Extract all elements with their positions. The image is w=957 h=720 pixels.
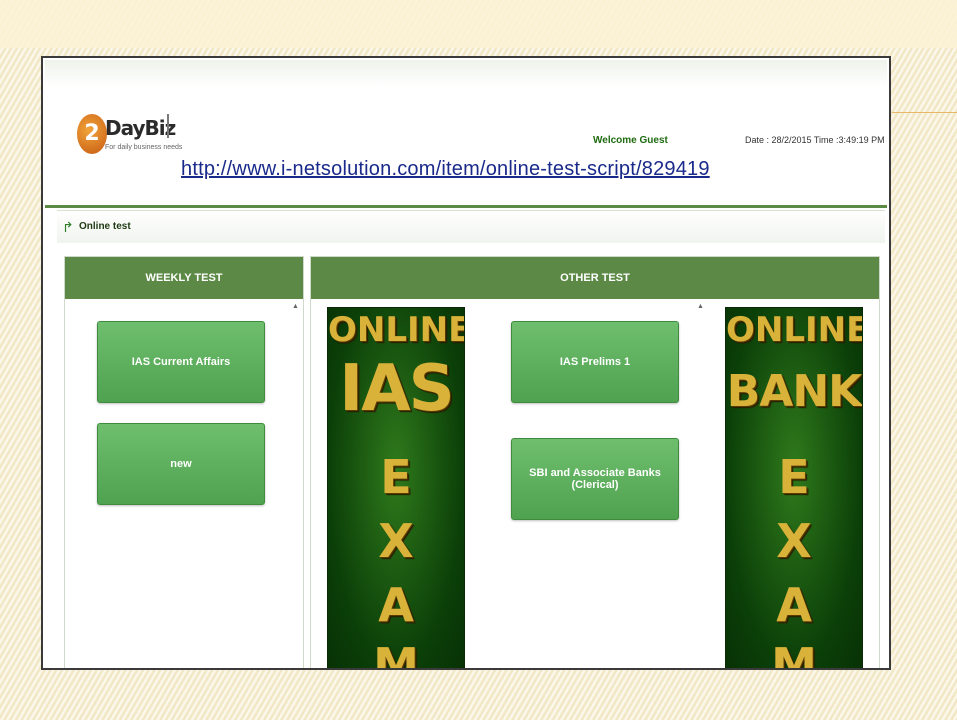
logo-brand: DayBiz <box>105 116 176 140</box>
slide-background-band <box>0 0 957 48</box>
logo-icon: 2 <box>77 114 107 154</box>
weekly-scrollbar[interactable]: ▲ <box>291 303 301 663</box>
banner-line1: ONLINE <box>328 310 465 350</box>
bank-exam-banner[interactable]: ONLINE BANK E X A M <box>725 307 863 669</box>
date-time: Date : 28/2/2015 Time :3:49:19 PM <box>745 135 885 145</box>
breadcrumb: ↱ Online test <box>57 210 885 243</box>
test-button-new[interactable]: new <box>97 423 265 505</box>
logo-tagline: For daily business needs <box>105 144 183 151</box>
banner-letter: X <box>776 514 812 568</box>
banner-line2: IAS <box>339 352 454 426</box>
ias-exam-banner[interactable]: ONLINE IAS E X A M <box>327 307 465 669</box>
banner-letter: M <box>771 638 817 669</box>
online-test-icon: ↱ <box>62 219 74 235</box>
other-test-panel: OTHER TEST ONLINE IAS E X A M IAS Prelim… <box>310 256 880 669</box>
test-button-sbi-clerical[interactable]: SBI and Associate Banks (Clerical) <box>511 438 679 520</box>
scroll-up-icon[interactable]: ▲ <box>292 303 299 310</box>
banner-letter: E <box>380 450 412 504</box>
other-scrollbar[interactable]: ▲ <box>696 303 706 663</box>
logo-divider <box>167 114 169 138</box>
breadcrumb-label[interactable]: Online test <box>79 221 131 232</box>
test-button-ias-prelims-1[interactable]: IAS Prelims 1 <box>511 321 679 403</box>
banner-letter: A <box>378 578 414 632</box>
banner-letter: M <box>373 638 419 669</box>
decorative-line <box>892 112 957 113</box>
weekly-test-header: WEEKLY TEST <box>65 257 303 299</box>
banner-letter: E <box>778 450 810 504</box>
other-test-header: OTHER TEST <box>311 257 879 299</box>
embedded-screenshot: 2 DayBiz For daily business needs Welcom… <box>41 56 891 670</box>
site-header: 2 DayBiz For daily business needs Welcom… <box>45 60 887 208</box>
scroll-up-icon[interactable]: ▲ <box>697 303 704 310</box>
test-button-ias-current-affairs[interactable]: IAS Current Affairs <box>97 321 265 403</box>
banner-letter: A <box>776 578 812 632</box>
banner-line1: ONLINE <box>726 310 863 350</box>
welcome-text: Welcome Guest <box>593 135 668 146</box>
weekly-test-panel: WEEKLY TEST ▲ IAS Current Affairs new <box>64 256 304 668</box>
daybiz-logo[interactable]: 2 DayBiz For daily business needs <box>75 102 182 164</box>
banner-line2: BANK <box>726 366 862 417</box>
url-link[interactable]: http://www.i-netsolution.com/item/online… <box>181 158 710 181</box>
banner-letter: X <box>378 514 414 568</box>
